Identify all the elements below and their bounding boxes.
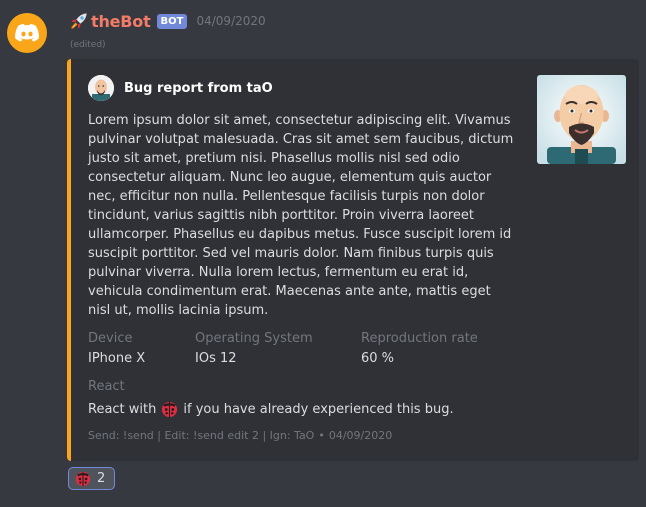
bald-man-avatar-icon [88, 75, 114, 101]
footer-separator: • [318, 429, 325, 442]
field-name-device: Device [88, 331, 133, 346]
bot-avatar[interactable] [7, 13, 47, 53]
bot-username[interactable]: theBot [91, 12, 151, 31]
discord-logo-icon [15, 24, 39, 42]
embed-author: Bug report from taO [88, 75, 273, 101]
field-value-react: React with if you have already experienc… [88, 401, 454, 418]
embed-author-name: Bug report from taO [124, 80, 273, 96]
message-header: theBot BOT 04/09/2020 [70, 11, 266, 31]
bald-man-avatar-icon [537, 75, 626, 164]
ladybug-reaction-button[interactable]: 2 [68, 467, 115, 490]
edited-label: (edited) [70, 40, 106, 50]
ladybug-icon [75, 471, 91, 486]
rocket-icon [71, 13, 87, 29]
footer-text: Send: !send | Edit: !send edit 2 | Ign: … [88, 429, 315, 442]
field-value-device: IPhone X [88, 351, 146, 366]
field-name-operating-system: Operating System [195, 331, 313, 346]
field-name-react: React [88, 379, 125, 394]
footer-timestamp: 04/09/2020 [328, 429, 393, 442]
field-name-reproduction-rate: Reproduction rate [361, 331, 478, 346]
embed-description: Lorem ipsum dolor sit amet, consectetur … [88, 113, 514, 318]
bug-report-embed: Bug report from taO Lorem ipsum dolor si… [67, 59, 639, 461]
field-value-reproduction-rate: 60 % [361, 351, 395, 366]
ladybug-icon [162, 401, 178, 418]
author-avatar [88, 75, 114, 101]
bot-tag-badge: BOT [156, 13, 188, 29]
field-value-operating-system: IOs 12 [195, 351, 237, 366]
react-text-after: if you have already experienced this bug… [183, 402, 454, 417]
reaction-count: 2 [97, 471, 106, 486]
react-text-before: React with [88, 402, 157, 417]
message-timestamp: 04/09/2020 [196, 14, 266, 28]
embed-thumbnail[interactable] [537, 75, 626, 164]
embed-footer: Send: !send | Edit: !send edit 2 | Ign: … [88, 429, 392, 442]
